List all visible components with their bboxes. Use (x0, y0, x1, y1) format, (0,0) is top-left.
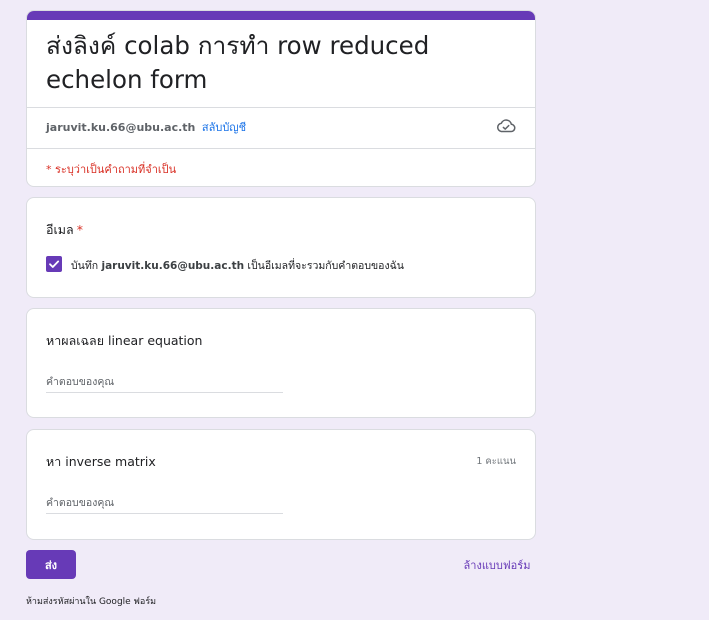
question-title: หา inverse matrix (46, 454, 156, 469)
form-header-card: ส่งลิงค์ colab การทำ row reduced echelon… (26, 10, 536, 187)
account-email: jaruvit.ku.66@ubu.ac.th (46, 121, 196, 134)
answer-input[interactable] (46, 492, 283, 514)
email-question-card: อีเมล * บันทึก jaruvit.ku.66@ubu.ac.th เป… (26, 197, 536, 298)
header-divider (27, 107, 535, 108)
question-card-inverse-matrix: หา inverse matrix 1 คะแนน (26, 429, 536, 540)
header-accent-bar (27, 11, 535, 20)
cloud-check-icon[interactable] (496, 118, 516, 134)
question-title: หาผลเฉลย linear equation (46, 333, 203, 348)
email-question-title: อีเมล * (46, 220, 83, 240)
clear-form-button[interactable]: ล้างแบบฟอร์ม (454, 556, 540, 574)
account-row: jaruvit.ku.66@ubu.ac.th สลับบัญชี (46, 118, 246, 136)
points-label: 1 คะแนน (476, 456, 516, 467)
checkmark-icon (49, 260, 60, 268)
form-title: ส่งลิงค์ colab การทำ row reduced echelon… (46, 31, 430, 94)
email-question-label: อีเมล (46, 222, 74, 237)
record-email-address: jaruvit.ku.66@ubu.ac.th (101, 260, 245, 272)
required-note: * ระบุว่าเป็นคำถามที่จำเป็น (46, 163, 177, 176)
account-divider (27, 148, 535, 149)
question-card-linear-equation: หาผลเฉลย linear equation (26, 308, 536, 418)
record-email-checkbox[interactable] (46, 256, 62, 272)
never-submit-passwords-note: ห้ามส่งรหัสผ่านใน Google ฟอร์ม (26, 597, 157, 607)
record-email-prefix: บันทึก (71, 260, 99, 272)
submit-button[interactable]: ส่ง (26, 550, 76, 579)
record-email-suffix: เป็นอีเมลที่จะรวมกับคำตอบของฉัน (247, 260, 404, 272)
switch-account-link[interactable]: สลับบัญชี (202, 121, 246, 134)
record-email-label: บันทึก jaruvit.ku.66@ubu.ac.th เป็นอีเมล… (71, 257, 404, 274)
answer-input[interactable] (46, 371, 283, 393)
required-asterisk: * (76, 222, 83, 237)
